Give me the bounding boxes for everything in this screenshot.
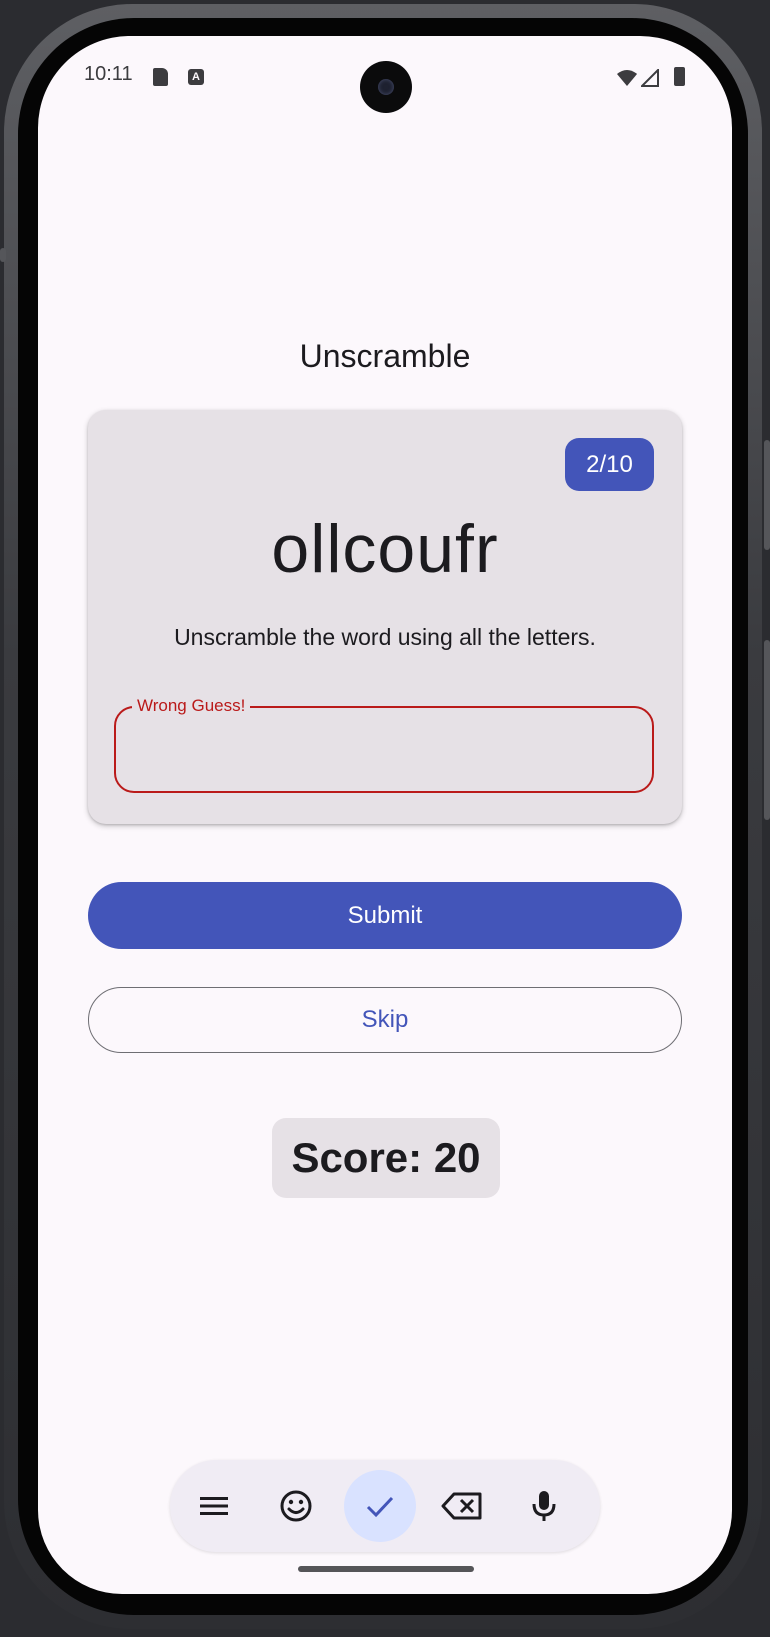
scrambled-word: ollcoufr	[271, 511, 499, 587]
skip-button[interactable]: Skip	[88, 987, 682, 1053]
sim-card-icon	[153, 68, 168, 86]
wifi-icon	[617, 70, 637, 86]
microphone-icon[interactable]	[508, 1470, 580, 1542]
device-screen: 10:11 A Unscramble 2/10 ollcoufr Unscram…	[38, 36, 732, 1594]
keyboard-toolbar	[170, 1460, 600, 1552]
keyboard-a-icon: A	[188, 69, 204, 85]
guess-field-error-label: Wrong Guess!	[132, 696, 251, 716]
instructions-text: Unscramble the word using all the letter…	[174, 624, 596, 650]
front-camera	[360, 61, 412, 113]
emoji-icon[interactable]	[260, 1470, 332, 1542]
battery-icon	[674, 67, 685, 86]
game-card: 2/10 ollcoufr Unscramble the word using …	[88, 410, 682, 824]
gesture-navigation-bar[interactable]	[298, 1566, 474, 1572]
submit-button[interactable]: Submit	[88, 882, 682, 949]
word-count-badge: 2/10	[565, 438, 654, 491]
signal-icon	[641, 69, 659, 87]
backspace-icon[interactable]	[426, 1470, 498, 1542]
score-display: Score: 20	[272, 1118, 500, 1198]
status-bar: 10:11 A	[38, 36, 732, 116]
side-button-right-lower	[764, 640, 770, 820]
app-title: Unscramble	[299, 338, 471, 374]
volume-button	[0, 248, 6, 262]
check-icon[interactable]	[344, 1470, 416, 1542]
side-button-right	[764, 440, 770, 550]
guess-input-field[interactable]: Wrong Guess!	[114, 696, 654, 793]
status-time: 10:11	[84, 63, 133, 85]
menu-icon[interactable]	[178, 1470, 250, 1542]
